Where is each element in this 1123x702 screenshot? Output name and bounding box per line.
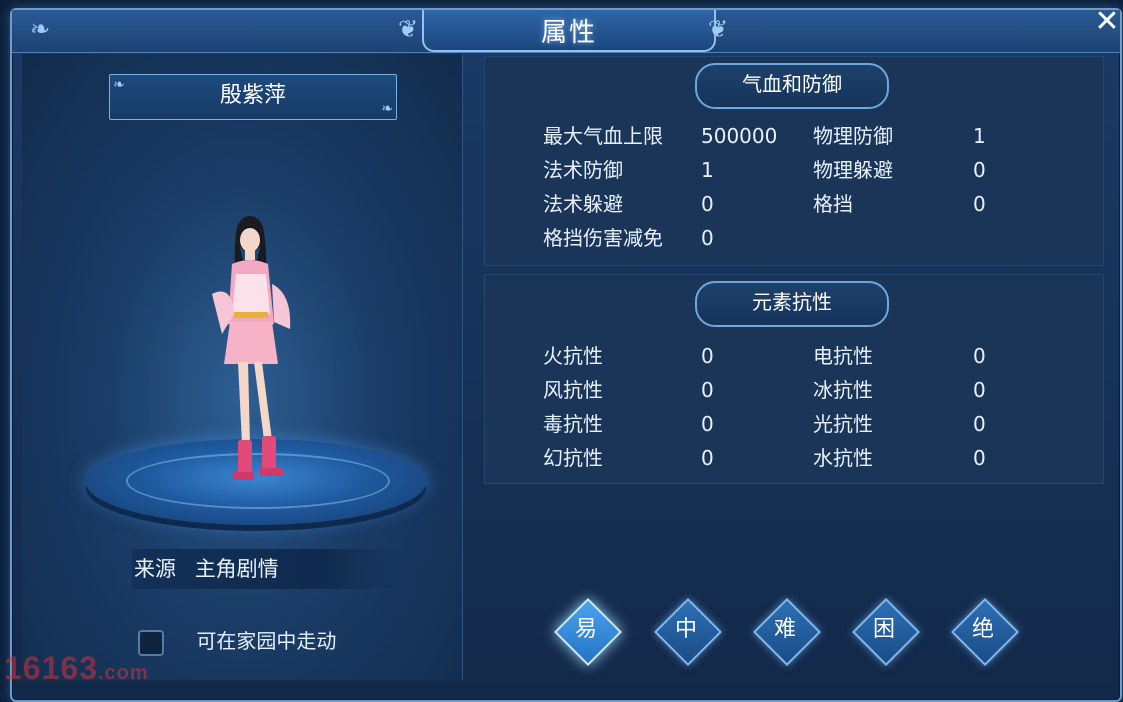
- stat-row: 毒抗性 0 光抗性 0: [543, 407, 1013, 441]
- stat-label: 格挡伤害减免: [543, 226, 663, 250]
- stat-row: 风抗性 0 冰抗性 0: [543, 373, 1013, 407]
- stat-row: 法术防御 1 物理躲避 0: [543, 153, 1013, 187]
- title-plate: 属性: [422, 10, 716, 52]
- stat-value: 0: [701, 446, 714, 470]
- difficulty-difficult-button[interactable]: 困: [852, 598, 920, 666]
- watermark-suffix: .com: [97, 662, 149, 684]
- stat-row: 火抗性 0 电抗性 0: [543, 339, 1013, 373]
- ornament-right-icon: ❦: [707, 15, 729, 43]
- close-icon[interactable]: ✕: [1092, 7, 1122, 38]
- stat-row: 格挡伤害减免 0: [543, 221, 1013, 255]
- corner-icon: ❧: [381, 101, 393, 117]
- stat-row: 最大气血上限 500000 物理防御 1: [543, 119, 1013, 153]
- stat-label: 物理躲避: [813, 158, 893, 182]
- character-name: 殷紫萍: [219, 83, 286, 108]
- character-panel: ❧ 殷紫萍 ❧ 来源 主角剧情 可在家园中走动: [22, 54, 463, 680]
- watermark-main: 16163: [4, 650, 98, 686]
- stat-label: 光抗性: [813, 412, 873, 436]
- stat-value: 0: [973, 344, 986, 368]
- difficulty-label: 绝: [971, 617, 994, 642]
- difficulty-label: 易: [574, 617, 597, 642]
- stat-label: 火抗性: [543, 344, 603, 368]
- watermark: 16163.com: [4, 650, 149, 687]
- stat-value: 0: [973, 378, 986, 402]
- hp-defense-section: 气血和防御 最大气血上限 500000 物理防御 1 法术防御 1 物理躲避 0 法术躲避 0…: [484, 56, 1104, 266]
- window-title: 属性: [540, 18, 597, 48]
- stat-label: 水抗性: [813, 446, 873, 470]
- character-name-box: ❧ 殷紫萍 ❧: [109, 74, 397, 120]
- difficulty-label: 难: [773, 617, 796, 642]
- difficulty-selector: 易 中 难 困 绝: [540, 598, 1020, 666]
- stat-label: 冰抗性: [813, 378, 873, 402]
- stat-label: 格挡: [813, 192, 853, 216]
- stat-value: 0: [701, 344, 714, 368]
- source-row: 来源 主角剧情: [132, 549, 402, 589]
- stat-value: 0: [973, 192, 986, 216]
- corner-ornament-icon: ❧: [29, 15, 51, 43]
- source-value: 主角剧情: [194, 557, 279, 581]
- ornament-left-icon: ❦: [397, 15, 419, 43]
- section-title: 元素抗性: [695, 281, 889, 327]
- stat-value: 1: [973, 124, 986, 148]
- difficulty-hard-button[interactable]: 难: [753, 598, 821, 666]
- stat-label: 最大气血上限: [543, 124, 663, 148]
- stat-value: 0: [973, 158, 986, 182]
- stat-value: 0: [973, 446, 986, 470]
- home-walk-row: 可在家园中走动: [138, 626, 336, 656]
- stat-value: 0: [701, 192, 714, 216]
- hp-defense-grid: 最大气血上限 500000 物理防御 1 法术防御 1 物理躲避 0 法术躲避 0 格挡 0 格挡…: [543, 119, 1013, 255]
- elemental-section: 元素抗性 火抗性 0 电抗性 0 风抗性 0 冰抗性 0 毒抗性 0 光抗性 0 幻抗性 0 水抗性 0: [484, 274, 1104, 484]
- stat-value: 0: [701, 412, 714, 436]
- stat-label: 法术防御: [543, 158, 623, 182]
- difficulty-label: 困: [872, 617, 895, 642]
- home-walk-label: 可在家园中走动: [196, 629, 337, 653]
- stat-value: 1: [701, 158, 714, 182]
- character-model[interactable]: [192, 204, 302, 504]
- source-label: 来源: [134, 557, 176, 581]
- difficulty-extreme-button[interactable]: 绝: [951, 598, 1019, 666]
- stat-label: 法术躲避: [543, 192, 623, 216]
- stat-value: 0: [701, 226, 714, 250]
- stat-value: 0: [701, 378, 714, 402]
- section-title: 气血和防御: [695, 63, 889, 109]
- difficulty-label: 中: [674, 617, 697, 642]
- stat-row: 幻抗性 0 水抗性 0: [543, 441, 1013, 475]
- stat-label: 电抗性: [813, 344, 873, 368]
- stat-label: 毒抗性: [543, 412, 603, 436]
- title-bar: ❦ 属性 ❦ ❧ ✕: [12, 7, 1122, 53]
- corner-icon: ❧: [113, 77, 125, 93]
- stat-label: 风抗性: [543, 378, 603, 402]
- stat-label: 物理防御: [813, 124, 893, 148]
- stat-label: 幻抗性: [543, 446, 603, 470]
- stat-value: 0: [973, 412, 986, 436]
- difficulty-medium-button[interactable]: 中: [654, 598, 722, 666]
- stat-row: 法术躲避 0 格挡 0: [543, 187, 1013, 221]
- elemental-grid: 火抗性 0 电抗性 0 风抗性 0 冰抗性 0 毒抗性 0 光抗性 0 幻抗性 0 水抗性 0: [543, 339, 1013, 475]
- stat-value: 500000: [701, 124, 778, 148]
- difficulty-easy-button[interactable]: 易: [554, 598, 622, 666]
